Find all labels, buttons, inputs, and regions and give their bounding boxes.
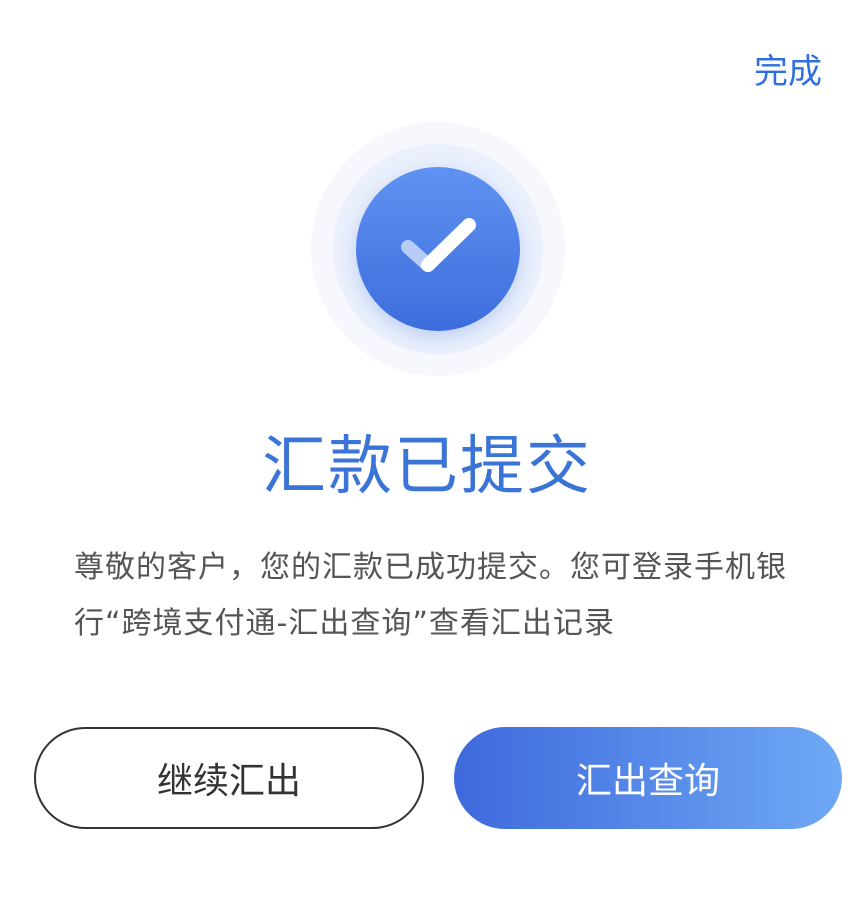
status-title: 汇款已提交 — [262, 430, 592, 504]
status-message: 尊敬的客户，您的汇款已成功提交。您可登录手机银行“跨境支付通-汇出查询”查看汇出… — [74, 550, 787, 641]
remittance-success-page: 完成 汇款已提交 尊敬的客户，您的汇款已成功提交。您可登录手机银行“跨境支付通-… — [0, 0, 854, 918]
done-button[interactable]: 完成 — [754, 44, 822, 93]
success-indicator — [311, 122, 565, 376]
success-circle — [356, 167, 520, 331]
remittance-query-button[interactable]: 汇出查询 — [454, 727, 842, 829]
check-icon — [401, 218, 476, 272]
continue-remittance-button[interactable]: 继续汇出 — [34, 727, 424, 829]
